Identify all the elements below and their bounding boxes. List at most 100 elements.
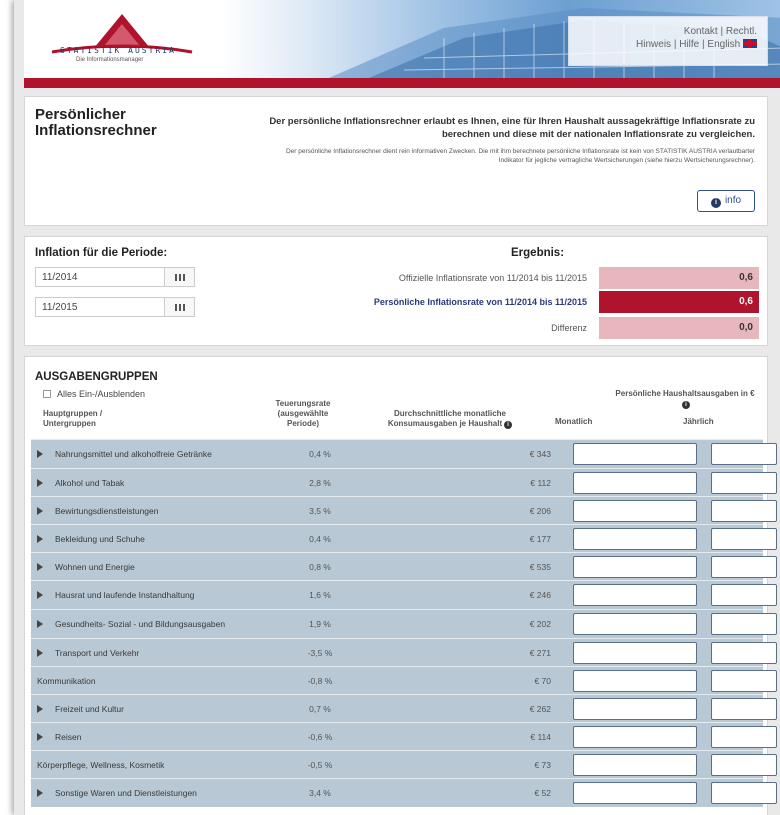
- col-header-personal-label: Persönliche Haushaltsausgaben in €: [615, 389, 755, 398]
- period-from-input[interactable]: 11/2014: [35, 267, 165, 287]
- table-row[interactable]: Hausrat und laufende Instandhaltung 1,6 %…: [31, 580, 777, 609]
- col-header-monthly: Monatlich: [555, 417, 593, 426]
- group-average: € 206: [529, 505, 551, 516]
- monthly-input[interactable]: [573, 500, 697, 522]
- toggle-all-checkbox[interactable]: [43, 390, 51, 398]
- official-rate-value: 0,6: [599, 267, 759, 289]
- group-rate: 0,7 %: [309, 703, 331, 714]
- nav-hinweis[interactable]: Hinweis: [636, 39, 671, 50]
- yearly-input[interactable]: [711, 584, 777, 606]
- nav-english[interactable]: English: [707, 39, 740, 50]
- table-row[interactable]: Transport und Verkehr -3,5 % € 271: [31, 638, 777, 666]
- toggle-all[interactable]: Alles Ein-/Ausblenden: [43, 389, 145, 399]
- info-button-label: info: [724, 195, 742, 206]
- yearly-input[interactable]: [711, 670, 777, 692]
- table-row[interactable]: Alkohol und Tabak 2,8 % € 112: [31, 468, 777, 496]
- nav-kontakt[interactable]: Kontakt: [684, 26, 718, 37]
- group-rate: 0,4 %: [309, 449, 331, 459]
- groups-title: AUSGABENGRUPPEN: [35, 371, 158, 383]
- table-row[interactable]: Wohnen und Energie 0,8 % € 535: [31, 552, 777, 580]
- group-name: Nahrungsmittel und alkoholfreie Getränke: [55, 449, 212, 459]
- yearly-input[interactable]: [711, 472, 777, 494]
- monthly-input[interactable]: [573, 726, 697, 748]
- yearly-input[interactable]: [711, 642, 777, 664]
- nav-separator: |: [720, 26, 724, 37]
- col-header-personal: Persönliche Haushaltsausgaben in € i: [615, 389, 755, 409]
- group-average: € 114: [530, 731, 551, 742]
- info-icon[interactable]: i: [682, 401, 690, 409]
- group-average: € 535: [529, 561, 551, 572]
- table-row[interactable]: Körperpflege, Wellness, Kosmetik -0,5 % € …: [31, 750, 777, 778]
- nav-rechtl[interactable]: Rechtl.: [726, 26, 757, 37]
- disclaimer-text: Der persönliche Inflationsrechner dient …: [285, 148, 755, 164]
- col-header-groups: Hauptgruppen / Untergruppen: [43, 409, 103, 428]
- table-row[interactable]: Nahrungsmittel und alkoholfreie Getränke…: [31, 439, 777, 468]
- group-average: € 271: [529, 647, 551, 658]
- calendar-icon: [174, 304, 185, 311]
- result-heading: Ergebnis:: [511, 247, 565, 259]
- table-row[interactable]: Kommunikation -0,8 % € 70: [31, 666, 777, 694]
- group-average: € 52: [534, 788, 551, 798]
- table-row[interactable]: Sonstige Waren und Dienstleistungen 3,4 %…: [31, 778, 777, 807]
- monthly-input[interactable]: [573, 670, 697, 692]
- table-row[interactable]: Freizeit und Kultur 0,7 % € 262: [31, 694, 777, 722]
- col-header-rate: Teuerungsrate (ausgewählte Periode): [275, 399, 331, 428]
- group-average: € 70: [534, 675, 551, 686]
- table-row[interactable]: Bewirtungsdienstleistungen 3,5 % € 206: [31, 496, 777, 524]
- table-row[interactable]: Bekleidung und Schuhe 0,4 % € 177: [31, 524, 777, 552]
- period-to-input[interactable]: 11/2015: [35, 297, 165, 317]
- col-header-yearly: Jährlich: [683, 417, 714, 426]
- group-rate: -0,8 %: [307, 675, 333, 686]
- statistik-austria-logo: [51, 14, 193, 54]
- col-header-average-label: Durchschnittliche monatliche Konsumausga…: [387, 409, 507, 428]
- uk-flag-icon[interactable]: [743, 39, 757, 48]
- yearly-input[interactable]: [711, 754, 777, 776]
- group-name: Freizeit und Kultur: [55, 703, 124, 714]
- official-rate-label: Offizielle Inflationsrate von 11/2014 bi…: [398, 273, 587, 283]
- yearly-input[interactable]: [711, 698, 777, 720]
- yearly-input[interactable]: [711, 443, 777, 465]
- personal-rate-label: Persönliche Inflationsrate von 11/2014 b…: [373, 297, 587, 307]
- yearly-input[interactable]: [711, 782, 777, 804]
- col-header-average: Durchschnittliche monatliche Konsumausga…: [375, 409, 525, 429]
- period-from-calendar-button[interactable]: [165, 267, 195, 287]
- monthly-input[interactable]: [573, 698, 697, 720]
- monthly-input[interactable]: [573, 443, 697, 465]
- intro-card: Persönlicher Inflationsrechner Der persö…: [24, 96, 768, 226]
- info-button[interactable]: i info: [697, 190, 755, 212]
- yearly-input[interactable]: [711, 613, 777, 635]
- logo-subtitle: Die Informationsmanager: [76, 57, 144, 63]
- group-name: Reisen: [55, 731, 82, 742]
- monthly-input[interactable]: [573, 613, 697, 635]
- table-row[interactable]: Reisen -0,6 % € 114: [31, 722, 777, 750]
- nav-hilfe[interactable]: Hilfe: [679, 39, 699, 50]
- period-heading: Inflation für die Periode:: [35, 247, 168, 259]
- info-icon[interactable]: i: [504, 421, 513, 429]
- toggle-all-label: Alles Ein-/Ausblenden: [57, 389, 146, 399]
- info-icon: i: [710, 198, 721, 208]
- group-name: Sonstige Waren und Dienstleistungen: [55, 788, 197, 798]
- group-rate: 0,4 %: [309, 533, 331, 544]
- difference-value: 0,0: [599, 317, 759, 339]
- period-to-calendar-button[interactable]: [165, 297, 195, 317]
- period-result-card: Inflation für die Periode: Ergebnis: 11/…: [24, 236, 768, 346]
- monthly-input[interactable]: [573, 754, 697, 776]
- yearly-input[interactable]: [711, 528, 777, 550]
- group-average: € 177: [529, 533, 551, 544]
- group-name: Transport und Verkehr: [55, 647, 140, 658]
- table-row[interactable]: Gesundheits- Sozial - und Bildungsausgab…: [31, 609, 777, 638]
- monthly-input[interactable]: [573, 528, 697, 550]
- monthly-input[interactable]: [573, 584, 697, 606]
- group-name: Kommunikation: [37, 675, 96, 686]
- monthly-input[interactable]: [573, 556, 697, 578]
- monthly-input[interactable]: [573, 642, 697, 664]
- monthly-input[interactable]: [573, 782, 697, 804]
- yearly-input[interactable]: [711, 500, 777, 522]
- monthly-input[interactable]: [573, 472, 697, 494]
- yearly-input[interactable]: [711, 556, 777, 578]
- yearly-input[interactable]: [711, 726, 777, 748]
- group-name: Wohnen und Energie: [55, 561, 135, 572]
- expense-groups-table: Nahrungsmittel und alkoholfreie Getränke…: [31, 439, 777, 807]
- logo-text: STATISTIK AUSTRIA: [60, 46, 176, 55]
- group-average: € 112: [530, 477, 551, 488]
